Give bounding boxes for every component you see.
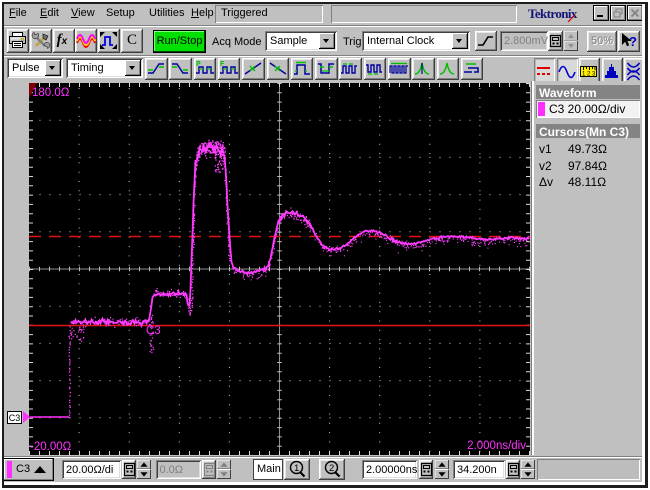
svg-text:2: 2 <box>329 463 334 474</box>
svg-text:C3: C3 <box>146 325 161 337</box>
svg-text:1 2 3: 1 2 3 <box>582 72 596 78</box>
svg-text:-20.00Ω: -20.00Ω <box>30 441 72 453</box>
svg-text:180.0Ω: 180.0Ω <box>32 87 70 99</box>
svg-text:?: ? <box>629 34 637 49</box>
svg-text:2.000ns/div: 2.000ns/div <box>467 440 526 452</box>
svg-text:1: 1 <box>294 463 299 474</box>
